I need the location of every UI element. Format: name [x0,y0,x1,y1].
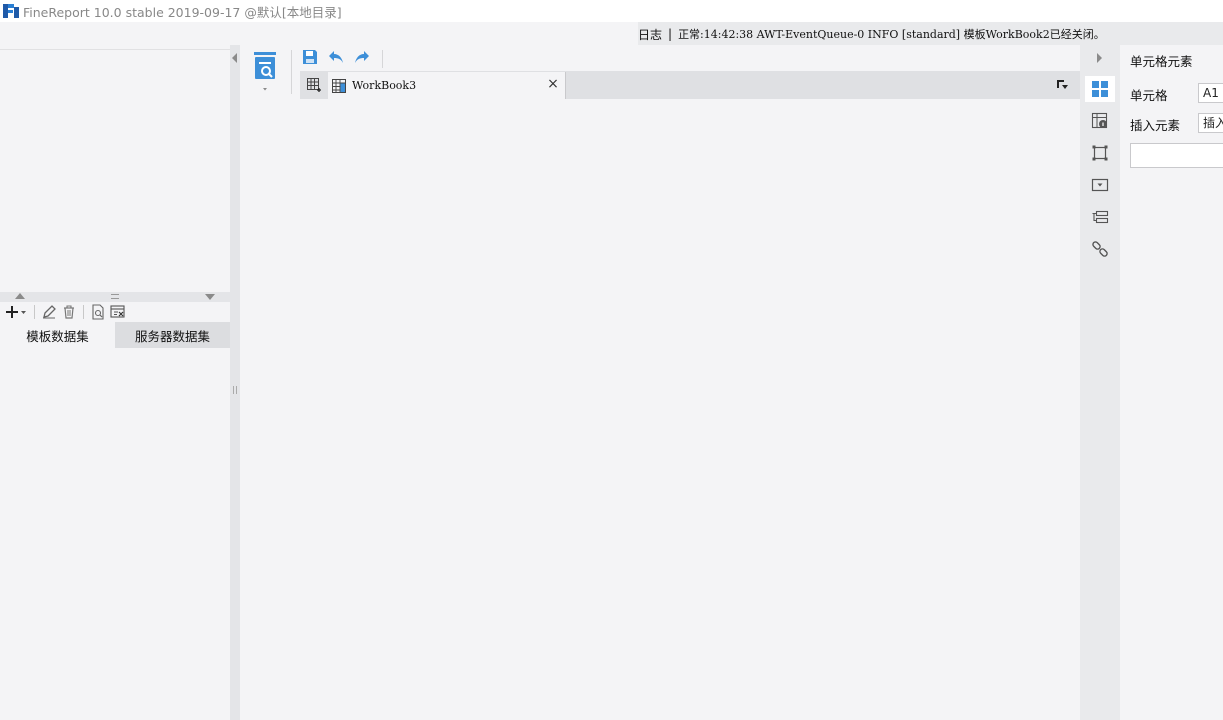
add-icon[interactable] [0,303,30,321]
preview-icon[interactable] [88,303,108,321]
dataset-toolbar [0,302,230,322]
collapse-left-icon[interactable] [232,53,237,63]
new-workbook-button[interactable] [300,71,328,99]
toolbar-divider [34,305,35,319]
property-sidebar [1080,45,1120,720]
tabs-menu-icon[interactable] [1054,78,1070,92]
delete-icon[interactable] [59,303,79,321]
tab-label: WorkBook3 [352,79,417,92]
log-message: 正常:14:42:38 AWT-EventQueue-0 INFO [stand… [678,28,1105,41]
undo-icon[interactable] [326,48,346,66]
edit-icon[interactable] [39,303,59,321]
tab-template-datasets[interactable]: 模板数据集 [0,322,115,348]
cell-attributes-icon[interactable] [1085,108,1115,134]
design-canvas[interactable] [240,99,1080,720]
quick-actions [300,48,372,66]
toolbar-divider [382,50,383,68]
log-separator: | [668,27,673,41]
log-bar: 日志 | 正常:14:42:38 AWT-EventQueue-0 INFO [… [638,22,1223,46]
collapse-down-icon[interactable] [205,294,215,300]
cell-element-icon[interactable] [1085,76,1115,102]
condition-attributes-icon[interactable] [1085,204,1115,230]
cell-element-panel: 单元格元素 单元格 A1 插入元素 插入 [1120,45,1223,720]
insert-element-dropdown[interactable]: 插入 [1198,113,1223,133]
table-properties-icon[interactable] [108,303,128,321]
toolbar-divider [291,50,292,94]
window-title: FineReport 10.0 stable 2019-09-17 @默认[本地… [23,4,342,20]
log-label[interactable]: 日志 [638,26,662,43]
template-tree-header [0,22,230,49]
title-bar: FineReport 10.0 stable 2019-09-17 @默认[本地… [0,0,1223,22]
close-tab-icon[interactable]: × [547,77,559,91]
new-sheet-icon [307,78,321,92]
hyperlink-icon[interactable] [1085,236,1115,262]
panel-title: 单元格元素 [1130,54,1193,69]
splitter-grip-icon[interactable] [111,294,119,299]
cell-content-field[interactable] [1130,143,1223,168]
workbook-icon [332,78,346,93]
dataset-tabs: 模板数据集 服务器数据集 [0,322,230,348]
float-element-icon[interactable] [1085,140,1115,166]
widget-settings-icon[interactable] [1085,172,1115,198]
save-icon[interactable] [300,48,320,66]
left-panel-divider[interactable] [230,45,240,720]
template-tree-panel[interactable] [0,49,230,319]
dataset-list-panel[interactable] [0,348,230,720]
collapse-right-icon[interactable] [1097,53,1102,63]
app-window: FineReport 10.0 stable 2019-09-17 @默认[本地… [0,0,1223,720]
finereport-logo-icon [3,3,19,19]
tab-server-datasets[interactable]: 服务器数据集 [115,322,230,348]
divider-grip-icon[interactable] [233,386,237,394]
template-preview-icon[interactable] [253,52,277,92]
collapse-up-icon[interactable] [15,293,25,299]
insert-element-label: 插入元素 [1130,118,1181,133]
cell-input[interactable]: A1 [1198,83,1223,103]
tab-workbook3[interactable]: WorkBook3 × [328,72,566,99]
toolbar-divider [83,305,84,319]
cell-label: 单元格 [1130,88,1168,103]
redo-icon[interactable] [352,48,372,66]
left-panel-splitter[interactable] [0,292,230,302]
